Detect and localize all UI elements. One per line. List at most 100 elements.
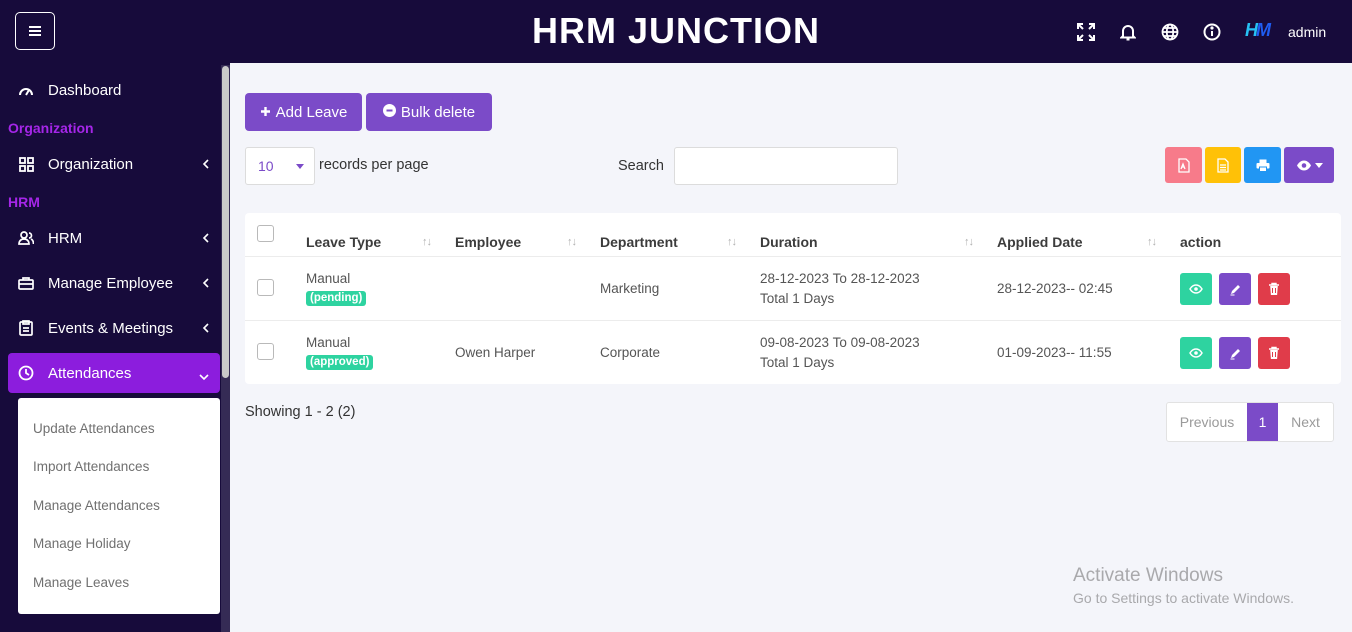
eye-icon: [1296, 160, 1311, 170]
submenu-item-manage-leaves[interactable]: Manage Leaves: [33, 575, 129, 590]
sort-icon[interactable]: ↑↓: [1147, 236, 1157, 248]
delete-button[interactable]: [1258, 337, 1290, 369]
speedometer-icon: [16, 84, 36, 96]
chevron-left-icon: [202, 231, 210, 248]
row-checkbox[interactable]: [257, 279, 274, 296]
sort-icon[interactable]: ↑↓: [422, 236, 432, 248]
bulk-delete-button[interactable]: Bulk delete: [366, 93, 492, 131]
section-label-hrm: HRM: [8, 194, 40, 210]
export-pdf-button[interactable]: [1165, 147, 1202, 183]
column-header-employee[interactable]: Employee: [455, 234, 521, 250]
column-header-action: action: [1180, 234, 1222, 250]
row-divider: [245, 320, 1341, 321]
sidebar-item-label: Events & Meetings: [48, 319, 174, 337]
view-button[interactable]: [1180, 337, 1212, 369]
activate-windows-title: Activate Windows: [1073, 565, 1223, 586]
sidebar-item-label: Organization: [48, 155, 134, 173]
print-button[interactable]: [1244, 147, 1281, 183]
column-visibility-button[interactable]: [1284, 147, 1334, 183]
edit-button[interactable]: [1219, 337, 1251, 369]
cell-department: Marketing: [600, 281, 660, 296]
activate-windows-subtitle: Go to Settings to activate Windows.: [1073, 590, 1294, 606]
users-icon: [16, 231, 36, 245]
file-text-icon: [1217, 157, 1229, 173]
briefcase-icon: [16, 276, 36, 290]
records-per-page-label: records per page: [319, 157, 429, 173]
submenu-item-update-attendances[interactable]: Update Attendances: [33, 421, 155, 436]
sort-icon[interactable]: ↑↓: [964, 236, 974, 248]
section-label-organization: Organization: [8, 120, 94, 136]
records-per-page-value: 10: [258, 158, 274, 174]
status-badge: (approved): [306, 355, 374, 370]
edit-button[interactable]: [1219, 273, 1251, 305]
sidebar-item-manage-employee[interactable]: Manage Employee: [8, 263, 220, 303]
sidebar-item-hrm[interactable]: HRM: [8, 218, 220, 258]
status-badge: (pending): [306, 291, 367, 306]
cell-leave-type: Manual: [306, 335, 351, 350]
menu-toggle-button[interactable]: [15, 12, 55, 50]
sort-icon[interactable]: ↑↓: [727, 236, 737, 248]
search-label: Search: [618, 158, 664, 174]
trash-icon: [1269, 282, 1279, 295]
trash-icon: [1269, 346, 1279, 359]
cell-duration-days: Total 1 Days: [760, 291, 835, 306]
submenu-item-manage-holiday[interactable]: Manage Holiday: [33, 536, 131, 551]
cell-applied-date: 28-12-2023-- 02:45: [997, 281, 1113, 296]
search-input[interactable]: [674, 147, 898, 185]
column-header-leave-type[interactable]: Leave Type: [306, 234, 381, 250]
sidebar-item-label: Manage Employee: [48, 274, 174, 292]
delete-button[interactable]: [1258, 273, 1290, 305]
column-header-applied-date[interactable]: Applied Date: [997, 234, 1083, 250]
fullscreen-icon[interactable]: [1076, 22, 1096, 42]
top-header: HRM JUNCTION HM admin: [0, 0, 1352, 63]
add-leave-button[interactable]: Add Leave: [245, 93, 362, 131]
select-all-checkbox[interactable]: [257, 225, 274, 242]
row-checkbox[interactable]: [257, 343, 274, 360]
caret-down-icon: [296, 164, 304, 169]
cell-duration-range: 09-08-2023 To 09-08-2023: [760, 335, 920, 350]
bell-icon[interactable]: [1118, 22, 1138, 42]
clipboard-icon: [16, 320, 36, 336]
submenu-item-import-attendances[interactable]: Import Attendances: [33, 459, 149, 474]
previous-page-button[interactable]: Previous: [1167, 403, 1247, 441]
column-header-department[interactable]: Department: [600, 234, 678, 250]
pencil-icon: [1230, 348, 1240, 359]
chevron-left-icon: [202, 276, 210, 293]
submenu-item-manage-attendances[interactable]: Manage Attendances: [33, 498, 160, 513]
sidebar-item-organization[interactable]: Organization: [8, 144, 220, 184]
row-divider: [245, 256, 1341, 257]
sort-icon[interactable]: ↑↓: [567, 236, 577, 248]
app-title: HRM JUNCTION: [532, 10, 820, 51]
eye-icon: [1189, 284, 1203, 294]
cell-duration-range: 28-12-2023 To 28-12-2023: [760, 271, 920, 286]
next-page-button[interactable]: Next: [1278, 403, 1333, 441]
add-leave-label: Add Leave: [275, 103, 348, 121]
chevron-left-icon: [202, 157, 210, 174]
page-1-button[interactable]: 1: [1247, 403, 1278, 441]
sidebar-item-attendances[interactable]: Attendances: [8, 353, 220, 393]
cell-applied-date: 01-09-2023-- 11:55: [997, 345, 1112, 360]
hamburger-icon: [29, 26, 41, 36]
attendances-submenu: Update Attendances Import Attendances Ma…: [18, 398, 220, 614]
chevron-left-icon: [202, 321, 210, 338]
view-button[interactable]: [1180, 273, 1212, 305]
sidebar-item-label: Attendances: [48, 364, 132, 382]
info-icon[interactable]: [1202, 22, 1222, 42]
chevron-down-icon: [198, 368, 210, 385]
sidebar-item-label: Dashboard: [48, 81, 122, 99]
user-logo[interactable]: HM: [1245, 20, 1271, 41]
globe-icon[interactable]: [1160, 22, 1180, 42]
cell-department: Corporate: [600, 345, 661, 360]
sidebar-scrollbar-thumb[interactable]: [222, 66, 229, 378]
leaves-table: Leave Type ↑↓ Employee ↑↓ Department ↑↓ …: [245, 213, 1341, 384]
cell-duration-days: Total 1 Days: [760, 355, 835, 370]
column-header-duration[interactable]: Duration: [760, 234, 818, 250]
pagination: Previous 1 Next: [1166, 402, 1334, 442]
sidebar-item-dashboard[interactable]: Dashboard: [8, 70, 220, 110]
bulk-delete-label: Bulk delete: [400, 103, 476, 121]
records-per-page-select[interactable]: 10: [245, 147, 315, 185]
cell-employee: Owen Harper: [455, 345, 536, 360]
user-name[interactable]: admin: [1288, 24, 1326, 40]
export-csv-button[interactable]: [1205, 147, 1241, 183]
sidebar-item-events-meetings[interactable]: Events & Meetings: [8, 308, 220, 348]
